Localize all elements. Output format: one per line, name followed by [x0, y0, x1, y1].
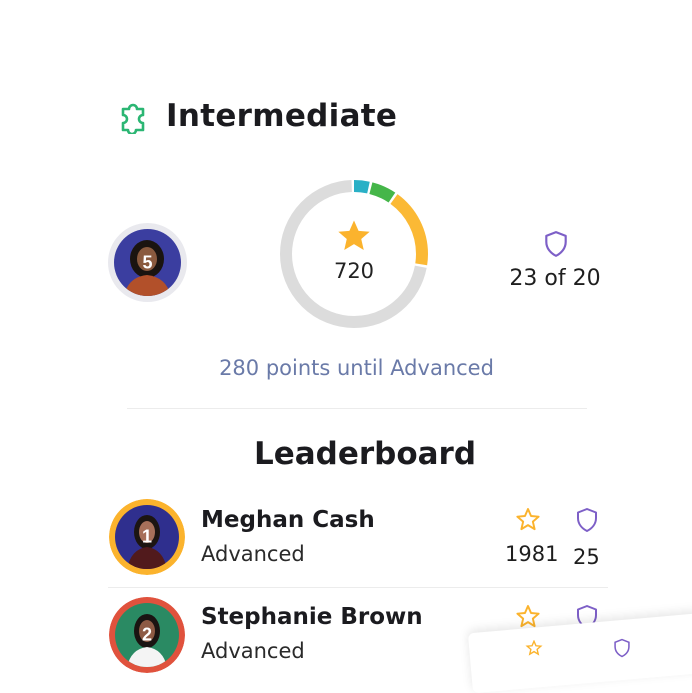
points-value: 720	[333, 259, 375, 283]
leaderboard-rank: 2	[141, 624, 152, 645]
leaderboard-level: Advanced	[201, 542, 305, 566]
leaderboard-name[interactable]: Meghan Cash	[201, 507, 375, 533]
user-rank: 5	[142, 252, 153, 272]
star-outline-icon	[515, 604, 541, 629]
leaderboard-level: Advanced	[201, 639, 305, 663]
row-divider	[108, 587, 608, 588]
leaderboard-name[interactable]: Stephanie Brown	[201, 604, 423, 630]
star-outline-icon	[515, 507, 541, 532]
points-progress-ring	[277, 177, 431, 331]
level-title: Intermediate	[166, 98, 398, 134]
leaderboard-badges: 25	[573, 545, 600, 569]
star-icon	[336, 219, 372, 253]
shield-icon	[575, 507, 599, 533]
badges-count: 23 of 20	[509, 266, 601, 291]
leaderboard-avatar[interactable]: 1	[109, 499, 185, 575]
user-avatar[interactable]: 5	[108, 223, 187, 302]
star-outline-icon	[525, 639, 543, 656]
leaderboard-title: Leaderboard	[253, 436, 477, 472]
shield-icon	[543, 230, 569, 258]
leaderboard-avatar[interactable]: 2	[109, 597, 185, 673]
leaderboard-points: 1981	[505, 542, 559, 566]
divider	[127, 408, 587, 409]
overlay-card	[467, 610, 692, 693]
puzzle-icon	[117, 100, 151, 136]
leaderboard-rank: 1	[141, 526, 152, 547]
shield-icon	[612, 638, 632, 658]
points-until-next-level: 280 points until Advanced	[219, 356, 494, 380]
